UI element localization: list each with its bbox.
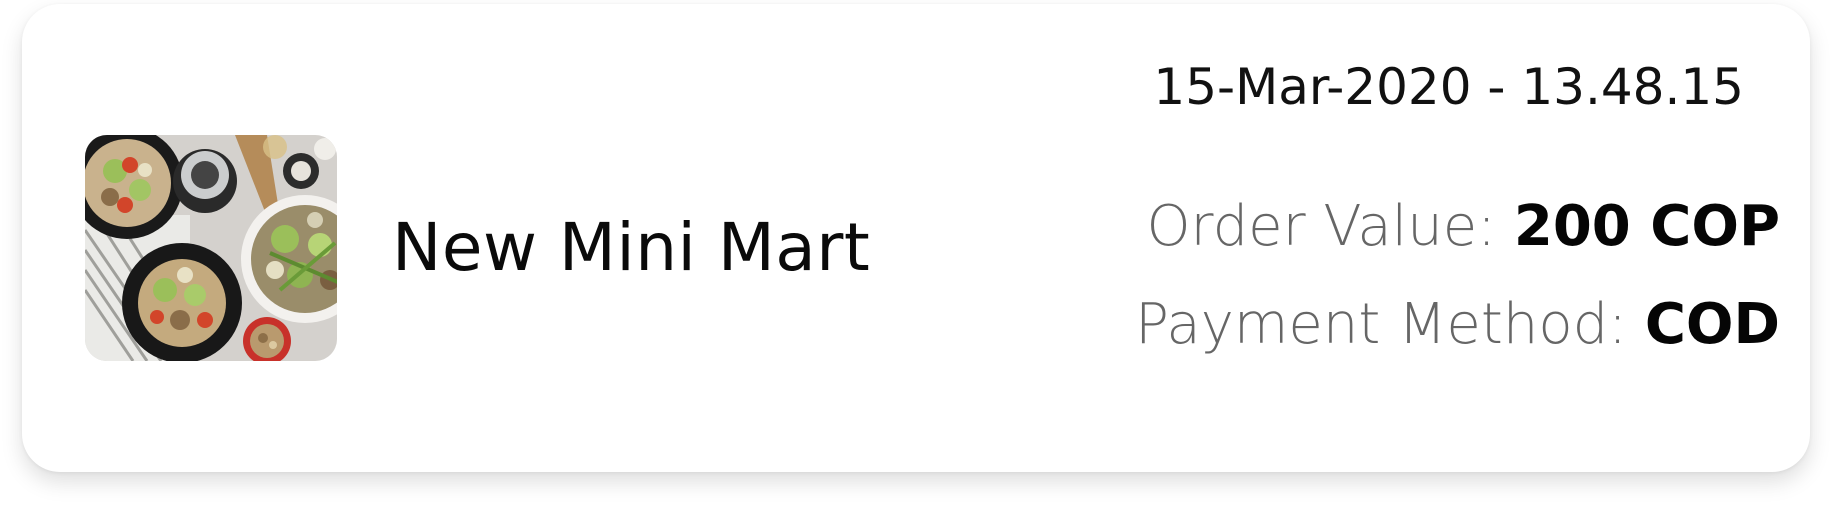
order-value: 200 COP bbox=[1513, 194, 1780, 259]
store-name: New Mini Mart bbox=[392, 209, 871, 286]
order-card[interactable]: New Mini Mart 15-Mar-2020 - 13.48.15 Ord… bbox=[22, 4, 1810, 472]
order-value-label: Order Value: bbox=[1146, 194, 1497, 259]
payment-method-value: COD bbox=[1644, 292, 1780, 357]
order-value-row: Order Value: 200 COP bbox=[1146, 194, 1780, 259]
payment-method-label: Payment Method: bbox=[1135, 292, 1627, 357]
payment-method-row: Payment Method: COD bbox=[1135, 292, 1780, 357]
order-date-time: 15-Mar-2020 - 13.48.15 bbox=[1153, 58, 1744, 116]
store-thumbnail-image bbox=[85, 135, 337, 361]
